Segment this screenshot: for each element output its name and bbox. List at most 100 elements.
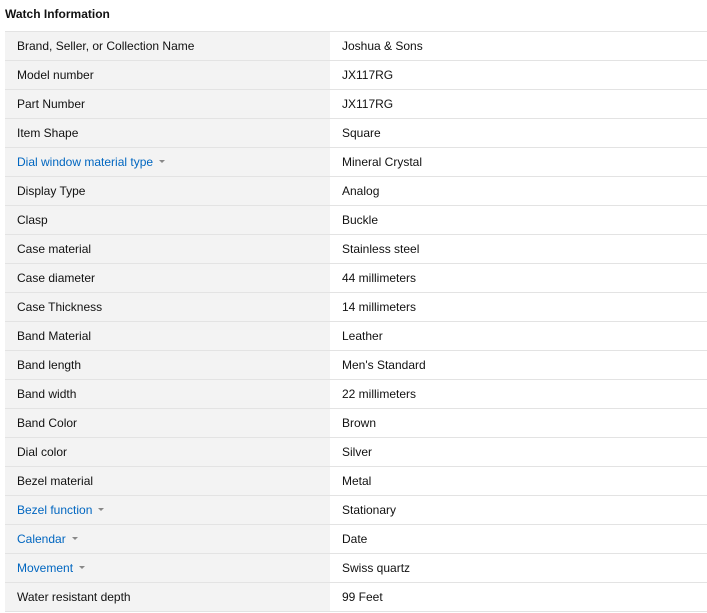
row-value-cell: Joshua & Sons (330, 31, 707, 61)
table-row: Dial window material type Mineral Crystal (5, 147, 707, 177)
row-label: Dial color (17, 445, 68, 459)
row-label-link[interactable]: Calendar (17, 532, 66, 546)
row-label-link[interactable]: Dial window material type (17, 155, 153, 169)
table-row: Case diameter 44 millimeters (5, 263, 707, 293)
row-value-cell: Silver (330, 437, 707, 467)
table-row: Bezel function Stationary (5, 495, 707, 525)
row-label: Band width (17, 387, 77, 401)
row-value-cell: Square (330, 118, 707, 148)
table-row: Brand, Seller, or Collection Name Joshua … (5, 31, 707, 61)
table-row: Water resistant depth 99 Feet (5, 582, 707, 612)
row-label-cell: Dial window material type (5, 147, 330, 177)
row-value: Silver (342, 445, 373, 459)
row-value-cell: Analog (330, 176, 707, 206)
table-row: Display Type Analog (5, 176, 707, 206)
row-value: JX117RG (342, 97, 394, 111)
caret-down-icon[interactable] (71, 537, 78, 541)
row-label-cell: Case Thickness (5, 292, 330, 322)
row-label-cell: Clasp (5, 205, 330, 235)
row-value: Brown (342, 416, 377, 430)
row-value: 22 millimeters (342, 387, 417, 401)
row-value: Mineral Crystal (342, 155, 423, 169)
row-label-cell: Display Type (5, 176, 330, 206)
row-label-cell: Item Shape (5, 118, 330, 148)
row-value-cell: JX117RG (330, 89, 707, 119)
table-row: Item Shape Square (5, 118, 707, 148)
watch-information-body: Brand, Seller, or Collection Name Joshua … (5, 31, 707, 612)
row-label-cell: Band Color (5, 408, 330, 438)
table-row: Band Material Leather (5, 321, 707, 351)
row-value: Men's Standard (342, 358, 426, 372)
row-label-cell: Part Number (5, 89, 330, 119)
row-value: Analog (342, 184, 380, 198)
row-label: Case Thickness (17, 300, 103, 314)
row-value: Stainless steel (342, 242, 420, 256)
row-label-cell: Case material (5, 234, 330, 264)
row-value-cell: Buckle (330, 205, 707, 235)
row-value-cell: Brown (330, 408, 707, 438)
table-row: Clasp Buckle (5, 205, 707, 235)
row-value-cell: 22 millimeters (330, 379, 707, 409)
table-row: Band length Men's Standard (5, 350, 707, 380)
row-label-cell: Band length (5, 350, 330, 380)
table-row: Case Thickness 14 millimeters (5, 292, 707, 322)
row-value-cell: Stainless steel (330, 234, 707, 264)
row-value-cell: Date (330, 524, 707, 554)
table-row: Model number JX117RG (5, 60, 707, 90)
row-label-cell: Case diameter (5, 263, 330, 293)
section-title: Watch Information (5, 7, 110, 21)
row-value: Date (342, 532, 368, 546)
row-label-cell: Movement (5, 553, 330, 583)
row-label-cell: Bezel material (5, 466, 330, 496)
row-value-cell: Swiss quartz (330, 553, 707, 583)
table-row: Band width 22 millimeters (5, 379, 707, 409)
row-label: Clasp (17, 213, 48, 227)
row-value-cell: Stationary (330, 495, 707, 525)
table-row: Band Color Brown (5, 408, 707, 438)
row-value: 14 millimeters (342, 300, 417, 314)
row-label: Display Type (17, 184, 86, 198)
row-value: Swiss quartz (342, 561, 411, 575)
row-value: Leather (342, 329, 383, 343)
row-value: Joshua & Sons (342, 39, 423, 53)
row-label-cell: Dial color (5, 437, 330, 467)
row-label-cell: Brand, Seller, or Collection Name (5, 31, 330, 61)
table-row: Part Number JX117RG (5, 89, 707, 119)
row-value: Buckle (342, 213, 379, 227)
row-label-cell: Water resistant depth (5, 582, 330, 612)
row-label: Model number (17, 68, 94, 82)
row-label: Band length (17, 358, 82, 372)
row-label-cell: Calendar (5, 524, 330, 554)
row-value: Stationary (342, 503, 397, 517)
row-label: Case material (17, 242, 92, 256)
table-row: Case material Stainless steel (5, 234, 707, 264)
row-label-cell: Band width (5, 379, 330, 409)
row-label: Case diameter (17, 271, 96, 285)
row-value-cell: Leather (330, 321, 707, 351)
row-label-cell: Bezel function (5, 495, 330, 525)
row-value-cell: 99 Feet (330, 582, 707, 612)
caret-down-icon[interactable] (79, 566, 86, 570)
row-label: Bezel material (17, 474, 94, 488)
row-value-cell: Men's Standard (330, 350, 707, 380)
row-label-cell: Model number (5, 60, 330, 90)
row-value: Metal (342, 474, 372, 488)
row-label: Water resistant depth (17, 590, 131, 604)
row-label: Item Shape (17, 126, 79, 140)
caret-down-icon[interactable] (98, 508, 105, 512)
caret-down-icon[interactable] (159, 160, 166, 164)
row-label: Brand, Seller, or Collection Name (17, 39, 195, 53)
row-label: Band Color (17, 416, 78, 430)
watch-information-table: Brand, Seller, or Collection Name Joshua … (5, 31, 707, 612)
row-value-cell: Mineral Crystal (330, 147, 707, 177)
row-value: Square (342, 126, 381, 140)
table-row: Bezel material Metal (5, 466, 707, 496)
table-row: Calendar Date (5, 524, 707, 554)
row-value: 44 millimeters (342, 271, 417, 285)
row-label-link[interactable]: Bezel function (17, 503, 92, 517)
row-value-cell: 44 millimeters (330, 263, 707, 293)
row-label-link[interactable]: Movement (17, 561, 73, 575)
table-row: Dial color Silver (5, 437, 707, 467)
row-value-cell: 14 millimeters (330, 292, 707, 322)
row-value: 99 Feet (342, 590, 383, 604)
